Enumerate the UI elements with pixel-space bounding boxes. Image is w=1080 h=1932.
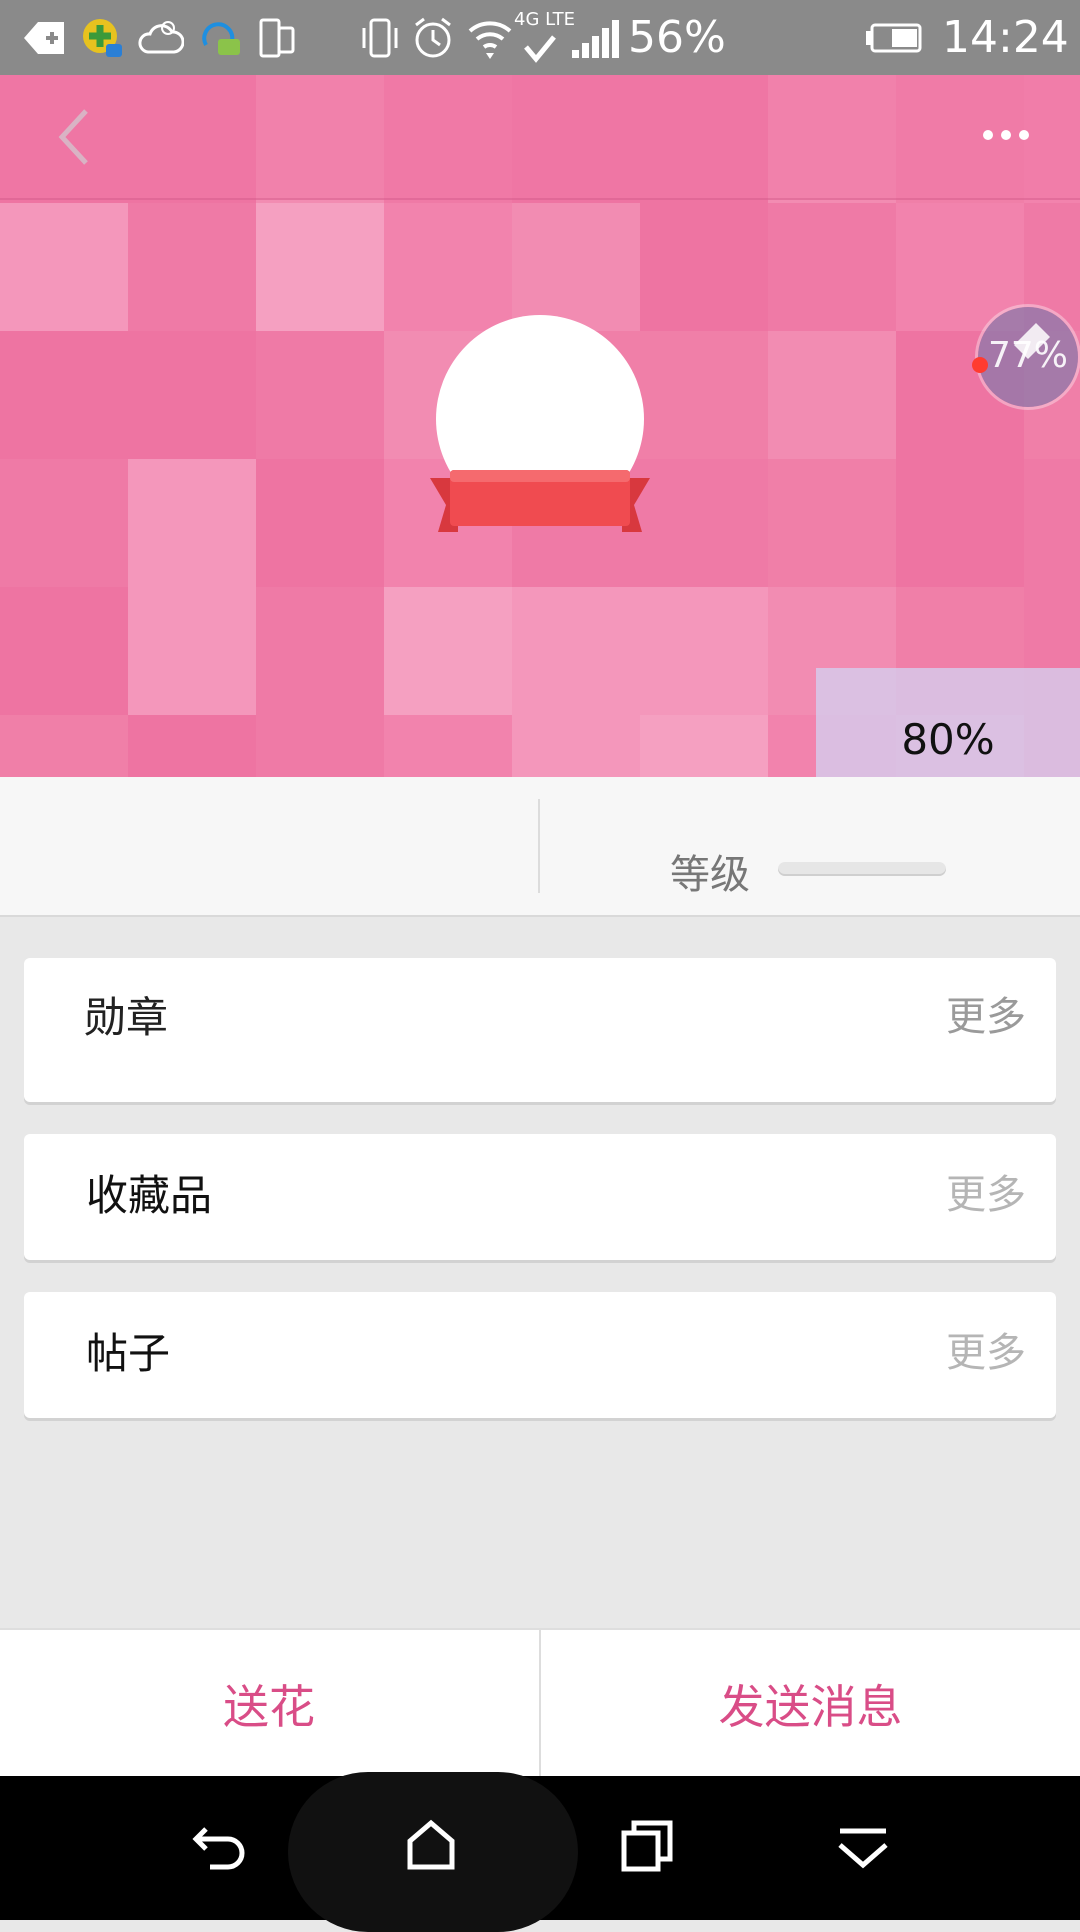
more-button[interactable]: [976, 115, 1040, 155]
section-title: 帖子: [86, 1329, 171, 1378]
background-tile: [640, 331, 768, 471]
background-tile: [1024, 459, 1080, 599]
send-flower-button[interactable]: 送花: [0, 1630, 538, 1778]
data-check-icon: [520, 26, 560, 74]
background-tile: [256, 331, 384, 471]
back-button[interactable]: [42, 97, 112, 177]
background-tile: [768, 331, 896, 471]
profile-header: 77% 80%: [0, 75, 1080, 777]
section-title: 勋章: [84, 993, 169, 1042]
chat-app-icon: [198, 14, 244, 62]
section-card-medals[interactable]: 勋章 更多: [24, 958, 1056, 1102]
signal-icon: [570, 14, 620, 62]
recents-icon[interactable]: [612, 1811, 682, 1881]
floating-ball-percent: 77%: [987, 335, 1068, 376]
send-message-button[interactable]: 发送消息: [541, 1630, 1080, 1778]
background-tile: [640, 203, 768, 343]
background-tile: [256, 715, 384, 777]
background-tile: [0, 459, 128, 599]
background-tile: [128, 715, 256, 777]
background-tile: [896, 459, 1024, 599]
floating-assistant-ball[interactable]: 77%: [978, 307, 1078, 407]
chevron-left-icon: [58, 109, 88, 165]
section-card-collections[interactable]: 收藏品 更多: [24, 1134, 1056, 1260]
ribbon-badge-icon: [430, 460, 650, 540]
top-app-bar: [0, 75, 1080, 200]
background-tile: [640, 587, 768, 727]
background-tile: [0, 715, 128, 777]
level-progress-bar: [778, 862, 946, 876]
more-dots-icon: [983, 130, 1029, 140]
notification-dot: [972, 357, 988, 373]
background-tile: [128, 587, 256, 727]
bottom-action-bar: 送花 发送消息: [0, 1628, 1080, 1778]
notification-back-icon: [22, 14, 66, 62]
background-tile: [256, 459, 384, 599]
home-icon[interactable]: [396, 1811, 466, 1881]
background-tile: [256, 587, 384, 727]
overlay-percent: 80%: [816, 668, 1080, 777]
phone-tablet-icon: [256, 14, 298, 62]
background-tile: [640, 459, 768, 599]
background-tile: [512, 715, 640, 777]
background-tile: [128, 459, 256, 599]
level-label: 等级: [670, 852, 750, 898]
background-tile: [384, 203, 512, 343]
dropdown-icon[interactable]: [828, 1811, 898, 1881]
background-tile: [0, 203, 128, 343]
back-icon[interactable]: [184, 1811, 254, 1881]
section-card-posts[interactable]: 帖子 更多: [24, 1292, 1056, 1418]
battery-icon: [866, 14, 922, 62]
battery-percent: 56%: [628, 12, 726, 63]
section-title: 收藏品: [86, 1171, 213, 1220]
background-tile: [128, 331, 256, 471]
background-tile: [384, 715, 512, 777]
wifi-icon: [466, 14, 514, 62]
plus-app-icon: [80, 14, 124, 62]
stats-divider: [538, 799, 540, 893]
background-tile: [512, 587, 640, 727]
background-tile: [256, 203, 384, 343]
background-tile: [0, 331, 128, 471]
weather-cloud-icon: [138, 14, 184, 62]
background-tile: [128, 203, 256, 343]
clock: 14:24: [942, 12, 1069, 63]
background-tile: [0, 587, 128, 727]
alarm-icon: [410, 14, 456, 62]
background-tile: [640, 715, 768, 777]
background-tile: [768, 459, 896, 599]
stats-row: 等级: [0, 777, 1080, 917]
background-tile: [768, 203, 896, 343]
vibrate-icon: [358, 14, 402, 62]
section-more-link[interactable]: 更多: [946, 984, 1026, 1042]
status-bar: 4G LTE 56% 14:24: [0, 0, 1080, 75]
background-tile: [384, 587, 512, 727]
system-navigation-bar: [0, 1772, 1080, 1932]
section-more-link[interactable]: 更多: [946, 1162, 1026, 1220]
section-more-link[interactable]: 更多: [946, 1320, 1026, 1378]
